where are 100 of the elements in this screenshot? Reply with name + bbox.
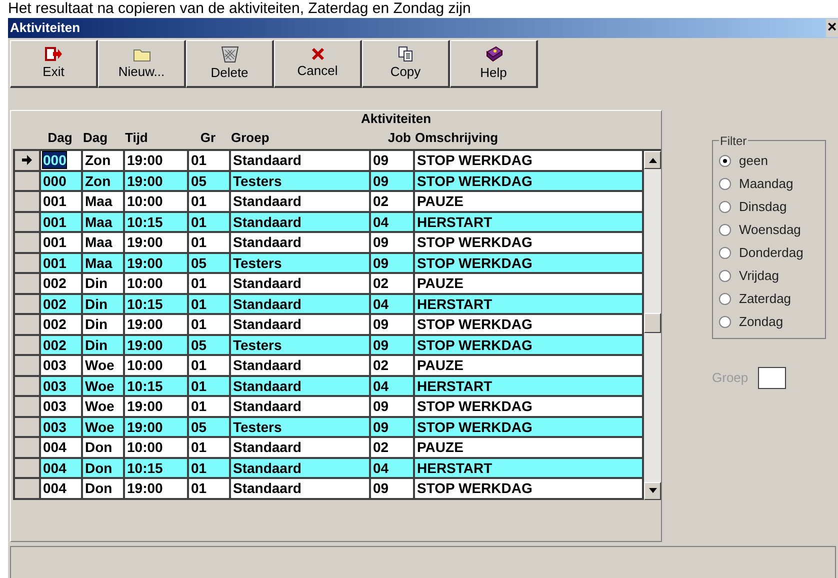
- table-cell: 003: [43, 378, 66, 394]
- table-cell: 19:00: [127, 336, 163, 353]
- scroll-up-button[interactable]: [644, 151, 661, 169]
- table-cell: 10:15: [127, 296, 163, 312]
- table-cell: 09: [373, 152, 389, 168]
- table-cell: 000: [43, 172, 66, 189]
- table-cell: 19:00: [127, 254, 163, 271]
- column-header: Dag: [46, 129, 74, 148]
- table-cell: 05: [191, 254, 207, 271]
- down-triangle-icon: [648, 488, 656, 493]
- radio-label: Vrijdag: [739, 267, 779, 286]
- table-cell: STOP WERKDAG: [417, 254, 532, 271]
- table-cell: Din: [85, 316, 108, 332]
- table-cell: 10:15: [127, 378, 163, 394]
- radio-button[interactable]: [719, 178, 731, 190]
- table-cell: 01: [191, 234, 207, 250]
- column-header: Tijd: [124, 129, 149, 148]
- toolbar-button[interactable]: Help: [450, 40, 538, 88]
- table-cell: Zon: [85, 152, 111, 168]
- table-cell: STOP WERKDAG: [417, 398, 532, 414]
- table-cell: 01: [191, 460, 207, 476]
- table-cell: Standaard: [233, 398, 302, 414]
- table-cell: 02: [373, 439, 389, 456]
- table-cell: 05: [191, 418, 207, 435]
- radio-button[interactable]: [719, 201, 731, 213]
- table-cell: Maa: [85, 214, 112, 230]
- table-cell: HERSTART: [417, 296, 492, 312]
- table-cell: 01: [191, 378, 207, 394]
- close-button[interactable]: ×: [826, 19, 838, 37]
- table-cell: 09: [373, 172, 389, 189]
- table-cell: 003: [43, 418, 66, 435]
- table-cell: 004: [43, 439, 66, 456]
- table-cell: 19:00: [127, 398, 163, 414]
- table-cell: Standaard: [233, 214, 302, 230]
- up-triangle-icon: [648, 158, 656, 162]
- toolbar-button[interactable]: Nieuw...: [98, 40, 186, 88]
- column-header: Omschrijving: [414, 129, 500, 148]
- table-cell: 002: [43, 296, 66, 312]
- table-cell: 000: [43, 152, 66, 168]
- table-cell: Maa: [85, 254, 112, 271]
- table-cell: STOP WERKDAG: [417, 336, 532, 353]
- scroll-thumb[interactable]: [644, 313, 661, 333]
- table-cell: Don: [85, 460, 112, 476]
- table-cell: 19:00: [127, 418, 163, 435]
- table-cell: Woe: [85, 357, 114, 374]
- table-cell: 05: [191, 336, 207, 353]
- table-cell: 001: [43, 214, 66, 230]
- table-cell: 01: [191, 214, 207, 230]
- table-cell: Woe: [85, 418, 114, 435]
- table-cell: Din: [85, 336, 108, 353]
- radio-button[interactable]: [719, 224, 731, 236]
- table-cell: Standaard: [233, 152, 302, 168]
- column-header: Groep: [230, 129, 270, 148]
- table-cell: Testers: [233, 418, 282, 435]
- toolbar-button[interactable]: Copy: [362, 40, 450, 88]
- radio-button[interactable]: [719, 270, 731, 282]
- table-cell: 001: [43, 234, 66, 250]
- exit-door-icon: [44, 46, 62, 62]
- radio-button[interactable]: [719, 316, 731, 328]
- table-cell: 19:00: [127, 234, 163, 250]
- table-cell: 09: [373, 398, 389, 414]
- table-cell: 04: [373, 460, 389, 476]
- column-header: Job: [386, 129, 412, 148]
- table-cell: Standaard: [233, 275, 302, 292]
- radio-button[interactable]: [719, 247, 731, 259]
- table-cell: 01: [191, 152, 207, 168]
- scrollbar[interactable]: [644, 151, 661, 500]
- table-cell: PAUZE: [417, 275, 464, 292]
- toolbar-button[interactable]: Delete: [186, 40, 274, 88]
- table-cell: 02: [373, 275, 389, 292]
- radio-label: Zondag: [739, 313, 784, 332]
- table-cell: PAUZE: [417, 357, 464, 374]
- radio-button[interactable]: [719, 155, 731, 167]
- table-cell: 01: [191, 439, 207, 456]
- radio-button[interactable]: [719, 293, 731, 305]
- table-cell: 04: [373, 296, 389, 312]
- table-cell: 19:00: [127, 316, 163, 332]
- table-cell: 09: [373, 234, 389, 250]
- table-cell: Testers: [233, 172, 282, 189]
- table-cell: 002: [43, 336, 66, 353]
- table-cell: 04: [373, 214, 389, 230]
- table-cell: 19:00: [127, 172, 163, 189]
- grid-title: Aktiviteiten: [360, 111, 432, 127]
- table-cell: Standaard: [233, 480, 302, 496]
- table-cell: 002: [43, 275, 66, 292]
- table-cell: Testers: [233, 254, 282, 271]
- table-cell: 01: [191, 357, 207, 374]
- scroll-down-button[interactable]: [644, 482, 661, 500]
- toolbar-button[interactable]: Cancel: [274, 40, 362, 88]
- table-cell: Woe: [85, 398, 114, 414]
- table-cell: 003: [43, 357, 66, 374]
- toolbar-button[interactable]: Exit: [10, 40, 98, 88]
- table-cell: 01: [191, 316, 207, 332]
- table-cell: Standaard: [233, 357, 302, 374]
- table-cell: 09: [373, 254, 389, 271]
- table-cell: 09: [373, 336, 389, 353]
- table-cell: 01: [191, 193, 207, 210]
- copy-icon: [398, 46, 414, 62]
- table-cell: Din: [85, 275, 108, 292]
- table-cell: 01: [191, 296, 207, 312]
